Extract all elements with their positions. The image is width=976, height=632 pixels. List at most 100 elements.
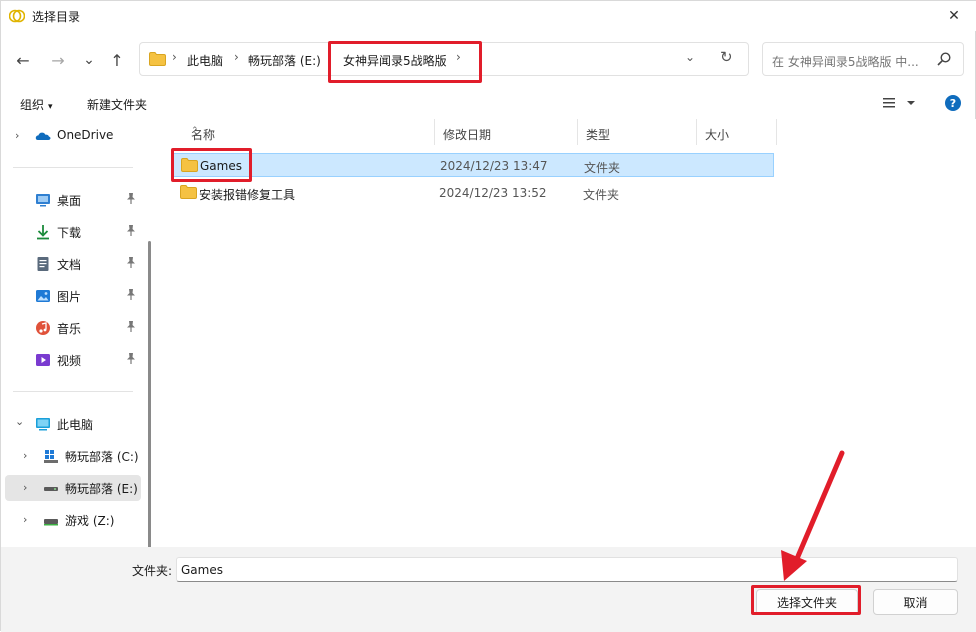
row-name: 安装报错修复工具 <box>199 188 296 202</box>
address-bar[interactable]: › 此电脑 › 畅玩部落 (E:) 女神异闻录5战略版 › ⌄ ↻ <box>139 42 749 76</box>
video-icon <box>36 354 50 366</box>
address-dropdown-icon[interactable]: ⌄ <box>685 50 695 64</box>
sidebar-item-drive-e[interactable]: › 畅玩部落 (E:) <box>5 475 141 501</box>
sidebar-item-onedrive[interactable]: › OneDrive <box>1 123 143 149</box>
list-view-icon <box>883 98 915 108</box>
title-bar: 选择目录 ✕ <box>1 1 976 31</box>
recent-locations-button[interactable]: ⌄ <box>77 48 101 72</box>
chevron-right-icon[interactable]: › <box>23 449 27 462</box>
chevron-down-icon[interactable]: ⌄ <box>15 415 24 428</box>
sidebar-item-desktop[interactable]: 桌面 <box>1 187 143 213</box>
sort-ascending-icon: ⌃ <box>191 126 199 136</box>
navigation-bar: ← → ⌄ ↑ › 此电脑 › 畅玩部落 (E:) 女神异闻录5战略版 › ⌄ … <box>1 31 976 87</box>
folder-picker-dialog: 选择目录 ✕ ← → ⌄ ↑ › 此电脑 › 畅玩部落 (E:) 女神异闻录5战… <box>0 0 976 632</box>
sidebar-item-label: 此电脑 <box>57 418 94 432</box>
sidebar-item-label: 图片 <box>57 290 82 304</box>
pictures-icon <box>36 290 50 302</box>
sidebar-item-label: 文档 <box>57 258 82 272</box>
organize-menu[interactable]: 组织 ▾ <box>20 96 53 113</box>
sidebar-item-label: 游戏 (Z:) <box>65 514 115 528</box>
back-button[interactable]: ← <box>11 48 35 72</box>
chevron-right-icon[interactable]: › <box>23 481 27 494</box>
document-icon <box>37 257 49 271</box>
arrow-left-icon: ← <box>16 50 30 70</box>
column-header-label: 修改日期 <box>443 128 492 142</box>
sidebar-item-label: 音乐 <box>57 322 82 336</box>
close-icon: ✕ <box>948 8 960 24</box>
windows-drive-icon <box>44 450 58 463</box>
row-type: 文件夹 <box>584 161 621 175</box>
drive-icon <box>44 487 58 491</box>
column-header-type[interactable]: 类型 <box>578 119 697 145</box>
command-bar: 组织 ▾ 新建文件夹 ? <box>1 87 976 119</box>
music-icon <box>36 321 50 335</box>
download-icon <box>37 225 49 240</box>
column-header-name[interactable]: 名称 ⌃ <box>183 119 435 145</box>
forward-button[interactable]: → <box>46 48 70 72</box>
help-icon[interactable]: ? <box>945 95 961 111</box>
sidebar-item-downloads[interactable]: 下载 <box>1 219 143 245</box>
column-header-label: 大小 <box>705 128 730 142</box>
sidebar-item-label: 视频 <box>57 354 82 368</box>
organize-label: 组织 <box>20 98 45 112</box>
sidebar-item-videos[interactable]: 视频 <box>1 347 143 373</box>
refresh-icon[interactable]: ↻ <box>720 48 733 66</box>
sidebar-item-drive-z[interactable]: › 游戏 (Z:) <box>1 507 143 533</box>
caret-down-icon: ▾ <box>48 102 53 112</box>
sidebar-scrollbar[interactable] <box>148 241 151 547</box>
folder-icon <box>149 52 166 66</box>
sidebar-item-drive-c[interactable]: › 畅玩部落 (C:) <box>1 443 143 469</box>
search-placeholder: 在 女神异闻录5战略版 中... <box>772 55 919 69</box>
breadcrumb-current-folder[interactable]: 女神异闻录5战略版 <box>343 52 447 69</box>
sidebar-item-label: 畅玩部落 (E:) <box>65 482 138 496</box>
pin-icon <box>126 289 136 303</box>
view-options-button[interactable] <box>883 96 919 113</box>
breadcrumb-drive-e[interactable]: 畅玩部落 (E:) <box>248 52 321 69</box>
arrow-up-icon: ↑ <box>110 50 124 70</box>
folder-icon <box>180 185 197 199</box>
cancel-button[interactable]: 取消 <box>873 589 958 615</box>
close-button[interactable]: ✕ <box>931 1 976 31</box>
sidebar-divider <box>13 391 133 392</box>
file-list: 名称 ⌃ 修改日期 类型 大小 Games 2024/12/23 13:47 文… <box>157 119 976 547</box>
new-folder-button[interactable]: 新建文件夹 <box>87 96 147 113</box>
breadcrumb-separator: › <box>234 50 239 64</box>
folder-icon <box>181 158 198 172</box>
pin-icon <box>126 193 136 207</box>
sidebar-item-documents[interactable]: 文档 <box>1 251 143 277</box>
chevron-right-icon[interactable]: › <box>15 129 19 142</box>
navigation-pane: › OneDrive 桌面 下载 文档 图片 音乐 视频 ⌄ 此电脑 › 畅玩部… <box>1 119 157 547</box>
table-row[interactable]: 安装报错修复工具 2024/12/23 13:52 文件夹 <box>173 181 774 205</box>
sidebar-item-this-pc[interactable]: ⌄ 此电脑 <box>1 411 143 437</box>
select-folder-button[interactable]: 选择文件夹 <box>756 589 858 615</box>
breadcrumb-this-pc[interactable]: 此电脑 <box>187 52 223 69</box>
pin-icon <box>126 353 136 367</box>
table-row[interactable]: Games 2024/12/23 13:47 文件夹 <box>173 153 774 177</box>
sidebar-item-pictures[interactable]: 图片 <box>1 283 143 309</box>
pin-icon <box>126 257 136 271</box>
column-header-label: 类型 <box>586 128 611 142</box>
row-modified: 2024/12/23 13:47 <box>440 159 548 173</box>
up-button[interactable]: ↑ <box>105 48 129 72</box>
pin-icon <box>126 225 136 239</box>
window-title: 选择目录 <box>32 10 81 24</box>
onedrive-icon <box>35 132 51 140</box>
row-name: Games <box>200 159 242 173</box>
sidebar-item-label: 桌面 <box>57 194 82 208</box>
chevron-right-icon[interactable]: › <box>23 513 27 526</box>
sidebar-item-label: 下载 <box>57 226 82 240</box>
pin-icon <box>126 321 136 335</box>
folder-name-input[interactable] <box>176 557 958 582</box>
sidebar-item-label: 畅玩部落 (C:) <box>65 450 139 464</box>
column-header-size[interactable]: 大小 <box>697 119 777 145</box>
drive-icon <box>44 519 58 526</box>
search-box[interactable]: 在 女神异闻录5战略版 中... <box>762 42 964 76</box>
folder-field-label: 文件夹: <box>132 564 173 578</box>
dialog-footer: 文件夹: 选择文件夹 取消 <box>1 547 976 632</box>
sidebar-item-music[interactable]: 音乐 <box>1 315 143 341</box>
sidebar-divider <box>13 167 133 168</box>
breadcrumb-separator: › <box>172 50 177 64</box>
column-header-modified[interactable]: 修改日期 <box>435 119 578 145</box>
app-icon <box>9 9 25 23</box>
computer-icon <box>36 418 50 431</box>
